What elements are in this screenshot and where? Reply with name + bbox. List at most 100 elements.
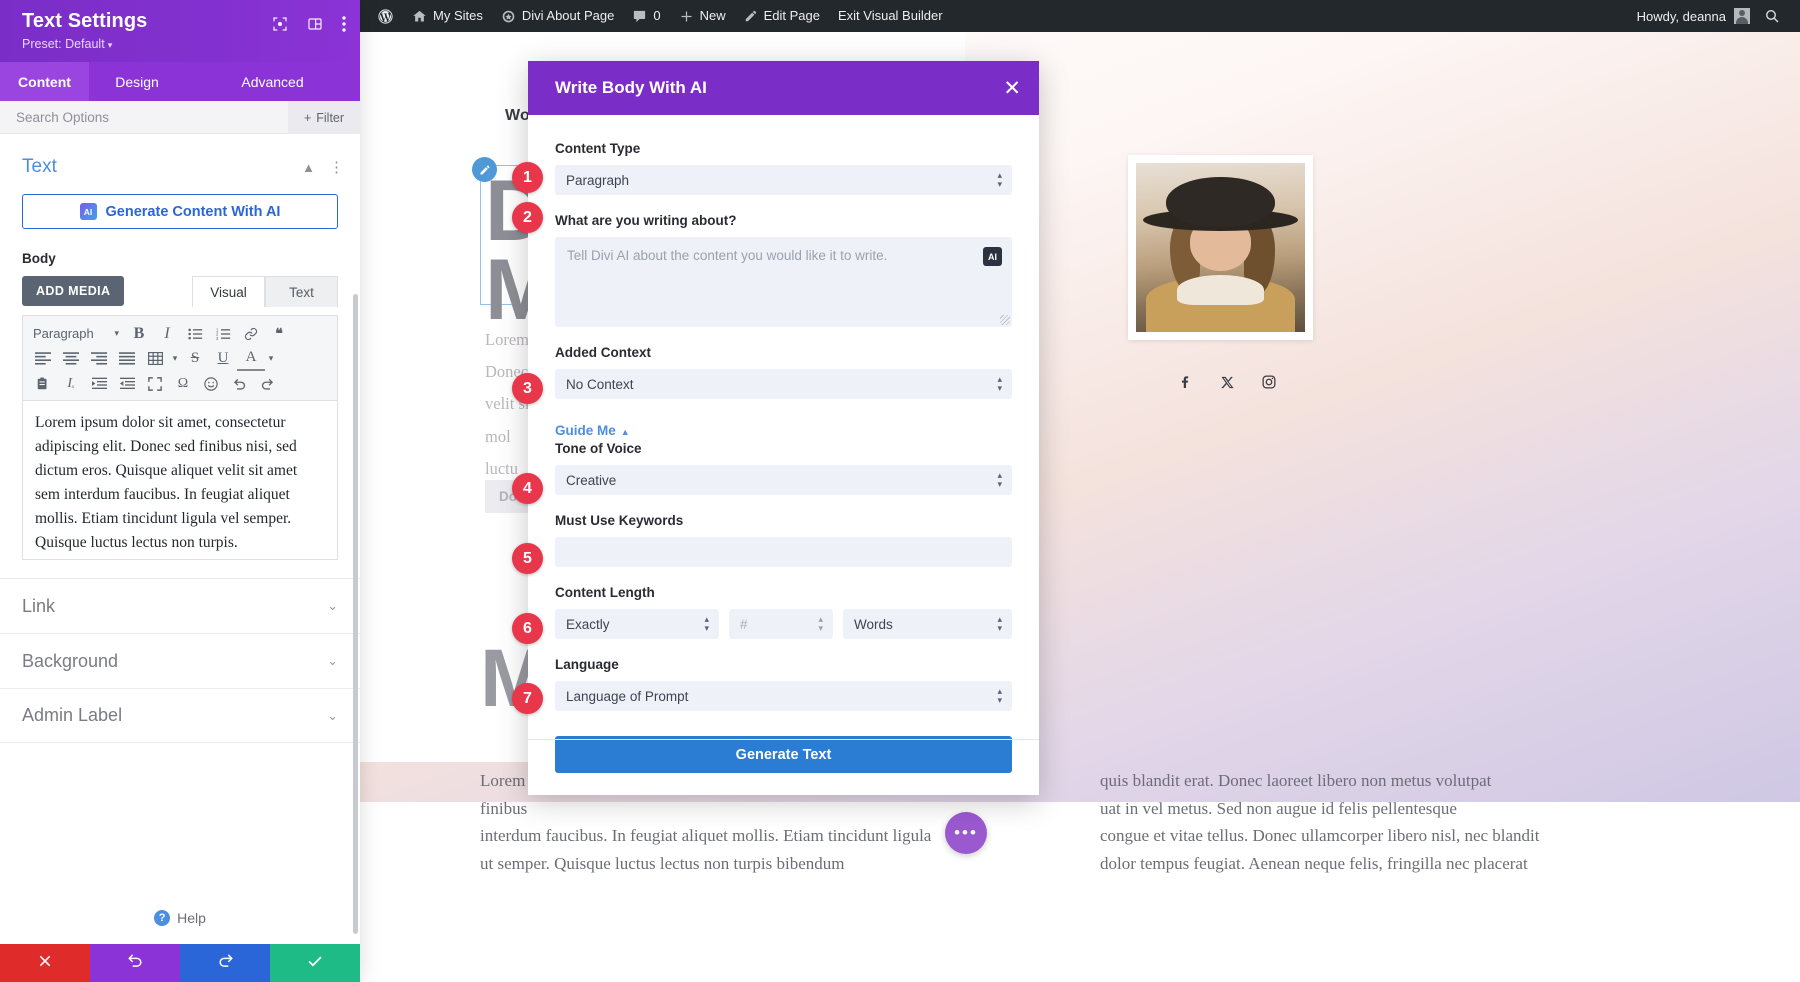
ai-badge-icon[interactable]: AI <box>983 247 1002 266</box>
adminbar-howdy[interactable]: Howdy, deanna <box>1637 9 1734 24</box>
adminbar-wordpress-logo[interactable] <box>368 0 403 32</box>
add-media-button[interactable]: ADD MEDIA <box>22 276 124 306</box>
blockquote-icon[interactable]: ❝ <box>265 321 293 346</box>
format-select[interactable]: Paragraph▾ <box>29 326 125 341</box>
added-context-select[interactable]: No Context ▴▾ <box>555 369 1012 399</box>
adminbar-my-sites[interactable]: My Sites <box>403 0 492 32</box>
adminbar-site-name[interactable]: Divi About Page <box>492 0 624 32</box>
focus-target-icon[interactable] <box>272 16 288 37</box>
generate-text-button[interactable]: Generate Text <box>555 736 1012 773</box>
x-twitter-icon[interactable] <box>1217 372 1237 392</box>
link-icon[interactable] <box>237 321 265 346</box>
tone-of-voice-select[interactable]: Creative ▴▾ <box>555 465 1012 495</box>
editor-tab-text[interactable]: Text <box>265 276 338 307</box>
content-length-unit-select[interactable]: Words ▴▾ <box>843 609 1012 639</box>
strikethrough-icon[interactable]: S <box>181 346 209 371</box>
help-label: Help <box>177 910 206 926</box>
chat-bubble-button[interactable]: ••• <box>945 812 987 854</box>
italic-icon[interactable]: I <box>153 321 181 346</box>
content-length-mode-select[interactable]: Exactly ▴▾ <box>555 609 719 639</box>
text-section-header: Text ▲ ⋮ <box>0 134 360 178</box>
layout-columns-icon[interactable] <box>307 16 323 37</box>
bold-icon[interactable]: B <box>125 321 153 346</box>
undo-icon[interactable] <box>225 371 253 396</box>
bulleted-list-icon[interactable] <box>181 321 209 346</box>
plus-icon: + <box>304 111 311 125</box>
language-select[interactable]: Language of Prompt ▴▾ <box>555 681 1012 711</box>
panel-scrollbar[interactable] <box>353 294 358 934</box>
clear-formatting-icon[interactable]: Iₓ <box>57 371 85 396</box>
kebab-menu-icon[interactable] <box>342 16 346 37</box>
special-character-icon[interactable]: Ω <box>169 371 197 396</box>
tab-advanced[interactable]: Advanced <box>185 62 360 101</box>
content-type-select[interactable]: Paragraph ▴▾ <box>555 165 1012 195</box>
align-right-icon[interactable] <box>85 346 113 371</box>
instagram-icon[interactable] <box>1259 372 1279 392</box>
search-input[interactable]: Search Options <box>16 110 109 125</box>
facebook-icon[interactable] <box>1175 372 1195 392</box>
added-context-value: No Context <box>566 377 634 392</box>
field-language: Language Language of Prompt ▴▾ <box>555 657 1012 711</box>
dialog-title: Write Body With AI <box>555 78 1003 98</box>
prompt-textarea[interactable]: Tell Divi AI about the content you would… <box>555 237 1012 327</box>
close-x-icon[interactable]: ✕ <box>1003 78 1021 99</box>
indent-icon[interactable] <box>113 371 141 396</box>
settings-panel-header: Text Settings Preset: Default▾ <box>0 0 360 62</box>
content-type-value: Paragraph <box>566 173 629 188</box>
help-link[interactable]: ? Help <box>0 910 360 926</box>
fullscreen-icon[interactable] <box>141 371 169 396</box>
select-arrows-icon: ▴▾ <box>997 687 1002 704</box>
redo-button[interactable] <box>180 944 270 982</box>
generate-content-with-ai-button[interactable]: AI Generate Content With AI <box>22 194 338 229</box>
table-icon[interactable] <box>141 346 169 371</box>
prompt-label: What are you writing about? <box>555 213 1012 228</box>
chevron-down-icon[interactable]: ▾ <box>169 346 181 371</box>
chevron-down-icon[interactable]: ▾ <box>265 346 277 371</box>
editor-toolbar: Paragraph▾ B I 123 ❝ <box>22 315 338 400</box>
outdent-icon[interactable] <box>85 371 113 396</box>
save-button[interactable] <box>270 944 360 982</box>
adminbar-new[interactable]: New <box>670 0 735 32</box>
tab-design[interactable]: Design <box>89 62 185 101</box>
option-accordions: Link ⌄ Background ⌄ Admin Label ⌄ <box>0 578 360 743</box>
accordion-background[interactable]: Background ⌄ <box>0 633 360 688</box>
language-label: Language <box>555 657 1012 672</box>
content-length-amount-input[interactable]: # ▴▾ <box>729 609 833 639</box>
panel-preset[interactable]: Preset: Default▾ <box>22 37 346 51</box>
underline-icon[interactable]: U <box>209 346 237 371</box>
align-center-icon[interactable] <box>57 346 85 371</box>
emoji-icon[interactable] <box>197 371 225 396</box>
adminbar-comments[interactable]: 0 <box>623 0 669 32</box>
align-justify-icon[interactable] <box>113 346 141 371</box>
social-links <box>1175 372 1279 392</box>
accordion-admin-label[interactable]: Admin Label ⌄ <box>0 688 360 743</box>
avatar[interactable] <box>1734 8 1750 24</box>
filter-button[interactable]: + Filter <box>288 101 360 134</box>
adminbar-edit-page[interactable]: Edit Page <box>735 0 829 32</box>
kebab-menu-icon[interactable]: ⋮ <box>329 158 344 176</box>
resize-grip-icon[interactable] <box>1000 315 1010 325</box>
editor-tab-visual[interactable]: Visual <box>192 276 265 307</box>
guide-me-toggle[interactable]: Guide Me▲ <box>555 423 1012 438</box>
align-left-icon[interactable] <box>29 346 57 371</box>
step-badge-2: 2 <box>512 202 543 233</box>
adminbar-exit-visual-builder[interactable]: Exit Visual Builder <box>829 0 952 32</box>
chevron-up-icon[interactable]: ▲ <box>302 160 315 175</box>
paste-as-text-icon[interactable] <box>29 371 57 396</box>
checkmark-icon <box>306 952 324 975</box>
text-settings-panel: Text Settings Preset: Default▾ Content D… <box>0 0 360 982</box>
discard-changes-button[interactable] <box>0 944 90 982</box>
ai-button-label: Generate Content With AI <box>106 204 281 220</box>
numbered-list-icon[interactable]: 123 <box>209 321 237 346</box>
body-text-content[interactable]: Lorem ipsum dolor sit amet, consectetur … <box>22 400 338 560</box>
must-use-keywords-input[interactable] <box>555 537 1012 567</box>
accordion-link[interactable]: Link ⌄ <box>0 578 360 633</box>
tab-content[interactable]: Content <box>0 62 89 101</box>
redo-icon[interactable] <box>253 371 281 396</box>
select-arrows-icon: ▴▾ <box>997 471 1002 488</box>
chevron-down-icon: ⌄ <box>327 598 338 614</box>
search-icon[interactable] <box>1750 8 1790 24</box>
undo-button[interactable] <box>90 944 180 982</box>
text-color-icon[interactable]: A <box>237 346 265 371</box>
guide-me-label: Guide Me <box>555 423 616 438</box>
